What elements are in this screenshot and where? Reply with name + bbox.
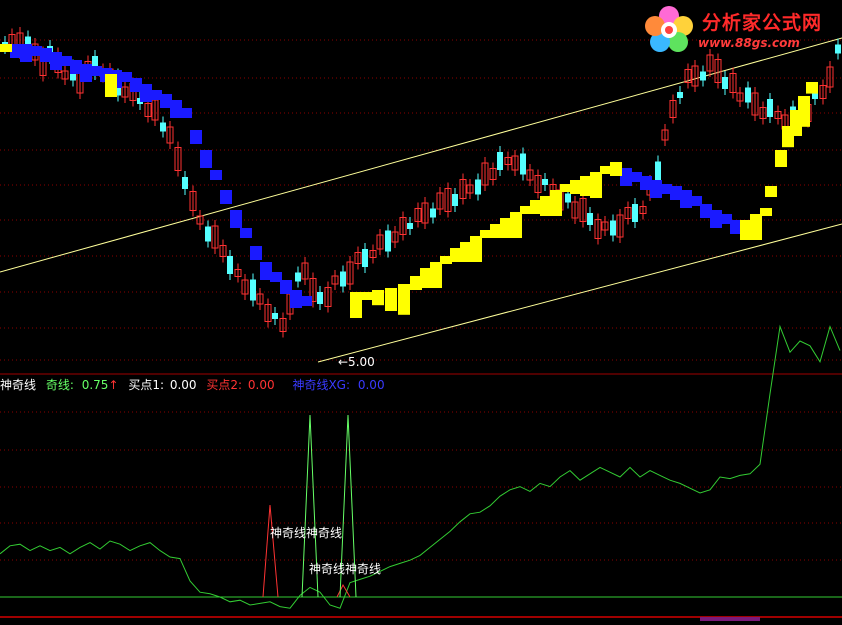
- spike-red-1: [262, 504, 279, 598]
- candle-body: [182, 177, 188, 189]
- candle-body: [317, 292, 323, 304]
- buy2-label: 买点2:: [206, 378, 243, 392]
- candle-body: [610, 220, 616, 236]
- band-segment-yellow: [430, 262, 442, 288]
- candle-body: [587, 213, 593, 225]
- candle-body: [385, 230, 391, 252]
- candle-body: [542, 179, 548, 185]
- candle-body: [227, 256, 233, 274]
- candle-body: [362, 249, 368, 267]
- candle-body: [700, 71, 706, 81]
- xg-label: 神奇线XG:: [292, 378, 351, 392]
- candle-body: [295, 272, 301, 282]
- indicator-panel: [0, 324, 842, 621]
- band-segment-yellow: [590, 172, 602, 198]
- band-segment-blue: [300, 296, 312, 306]
- qx-value: 0.75: [81, 378, 109, 392]
- candle-body: [340, 271, 346, 287]
- grid-lines: [0, 39, 842, 618]
- band-segment-blue: [240, 228, 252, 238]
- band-segment-yellow: [398, 284, 410, 315]
- candle-body: [272, 313, 278, 319]
- candle-body: [812, 93, 818, 99]
- band-segment-yellow: [470, 236, 482, 262]
- band-segment-yellow: [775, 150, 787, 167]
- candle-body: [767, 99, 773, 117]
- indicator-legend: 神奇线 奇线: 0.75↑ 买点1: 0.00 买点2: 0.00 神奇线XG:…: [0, 376, 385, 392]
- band-segment-yellow: [765, 186, 777, 197]
- logo-url: www.88gs.com: [698, 36, 800, 50]
- signal-label-upper: 神奇线神奇线: [270, 526, 343, 540]
- buy1-value: 0.00: [169, 378, 197, 392]
- candle-body: [452, 194, 458, 206]
- price-marker-label: ←5.00: [338, 355, 375, 369]
- qx-line: [0, 324, 841, 609]
- chart-stage: ←5.00 分析家公式网 www.88gs.com 神奇线 奇线: 0.75↑ …: [0, 0, 842, 621]
- band-segment-yellow: [0, 44, 12, 52]
- xg-value: 0.00: [357, 378, 385, 392]
- band-segment-blue: [250, 246, 262, 260]
- buy2-value: 0.00: [247, 378, 275, 392]
- site-logo[interactable]: 分析家公式网 www.88gs.com: [640, 2, 840, 54]
- band-segment-yellow: [798, 96, 810, 127]
- scroll-marker: [700, 617, 760, 621]
- candle-body: [430, 208, 436, 218]
- signal-label-lower: 神奇线神奇线: [309, 562, 382, 576]
- band-segment-blue: [200, 150, 212, 168]
- candle-body: [677, 92, 683, 98]
- candle-body: [407, 223, 413, 229]
- candle-body: [250, 279, 256, 301]
- candle-body: [655, 161, 661, 183]
- band-segment-yellow: [385, 288, 397, 311]
- band-segment-blue: [220, 190, 232, 204]
- candle-body: [632, 204, 638, 222]
- band-segment-yellow: [610, 162, 622, 176]
- up-arrow-icon: ↑: [108, 378, 119, 392]
- candle-body: [565, 193, 571, 203]
- band-segment-yellow: [760, 208, 772, 216]
- band-segment-yellow: [510, 212, 522, 238]
- band-segment-yellow: [372, 290, 384, 306]
- band-segment-blue: [230, 210, 242, 228]
- band-segment-yellow: [806, 82, 818, 94]
- candle-body: [205, 226, 211, 242]
- band-segment-blue: [210, 170, 222, 180]
- band-segment-yellow: [550, 190, 562, 216]
- candle-body: [475, 179, 481, 195]
- logo-name: 分析家公式网: [702, 12, 823, 34]
- band-segment-yellow: [360, 292, 372, 300]
- qx-label: 奇线:: [45, 378, 74, 392]
- band-segment-yellow: [750, 214, 762, 240]
- indicator-name: 神奇线: [0, 378, 37, 392]
- buy1-label: 买点1:: [128, 378, 165, 392]
- candle-body: [520, 153, 526, 175]
- candle-body: [160, 122, 166, 132]
- band-segment-yellow: [105, 74, 117, 97]
- stock-chart[interactable]: ←5.00: [0, 0, 842, 621]
- band-segment-blue: [190, 130, 202, 144]
- candle-body: [722, 77, 728, 89]
- candle-body: [497, 152, 503, 170]
- flower-logo-icon: [645, 6, 693, 52]
- candle-body: [745, 87, 751, 103]
- band-segment-blue: [180, 108, 192, 118]
